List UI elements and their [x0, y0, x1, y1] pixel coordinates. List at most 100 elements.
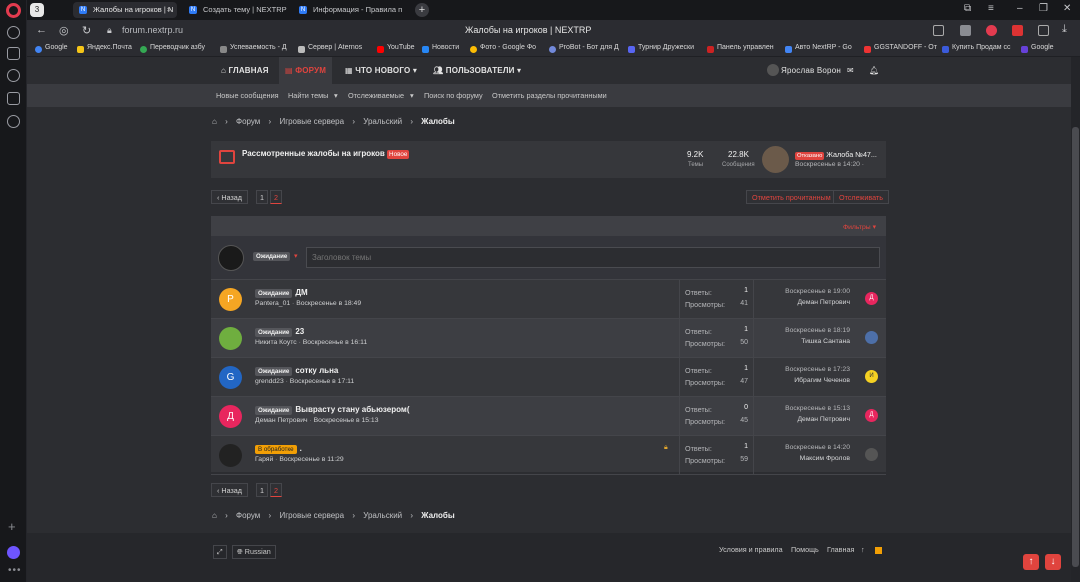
bookmark-item[interactable]: Яндекс.Почта [77, 44, 132, 53]
extension-icon[interactable] [7, 92, 20, 105]
bookmark-item[interactable]: Успеваемость - Д [220, 44, 287, 53]
bookmark-item[interactable]: Переводчик азбу [140, 44, 205, 53]
workspace-icon[interactable]: 3 [30, 3, 44, 17]
expand-icon[interactable]: ⤢ [213, 545, 227, 559]
nav-home[interactable]: ⌂ ГЛАВНАЯ [215, 57, 275, 84]
nav-whats-new[interactable]: ▦ ЧТО НОВОГО ▾ [339, 57, 423, 84]
tab-complaints[interactable]: N Жалобы на игроков | N × [73, 2, 177, 18]
subforum-title[interactable]: Рассмотренные жалобы на игроков Новое [242, 149, 410, 159]
thread-author[interactable]: grendd23 [255, 378, 284, 385]
scrollbar-thumb[interactable] [1072, 127, 1079, 567]
avatar[interactable] [219, 444, 242, 467]
thread-time[interactable]: Воскресенье в 11:29 [279, 456, 343, 463]
bookmark-item[interactable]: Google [35, 44, 68, 53]
thread-title[interactable]: Ожидание Выврасту стану абьюзером( [255, 405, 410, 415]
url-input[interactable]: forum.nextrp.ru [122, 25, 183, 35]
avatar[interactable] [762, 146, 789, 173]
bookmark-item[interactable]: Фото - Google Фо [470, 44, 536, 53]
avatar[interactable]: Д [865, 409, 878, 422]
avatar[interactable]: Д [219, 405, 242, 428]
rss-icon[interactable] [875, 547, 882, 554]
thread-author[interactable]: Деман Петрович [255, 417, 308, 424]
breadcrumb-item[interactable]: Форум [236, 511, 260, 520]
last-post-time[interactable]: Воскресенье в 18:19 [785, 327, 850, 334]
page-2[interactable]: 2 [270, 190, 282, 204]
inbox-icon[interactable]: ✉ [841, 57, 860, 84]
home-icon[interactable]: ⌂ [212, 511, 217, 520]
subnav-mark-read[interactable]: Отметить разделы прочитанными [492, 91, 607, 100]
wallet-icon[interactable] [1012, 25, 1023, 36]
breadcrumb-item[interactable]: Уральский [363, 511, 402, 520]
vpn-icon[interactable]: ◎ [59, 24, 69, 37]
footer-terms[interactable]: Условия и правила [719, 545, 783, 554]
thread-title[interactable]: Ожидание сотку льна [255, 366, 338, 376]
avatar[interactable]: P [219, 288, 242, 311]
last-post-time[interactable]: Воскресенье в 14:20 [785, 444, 850, 451]
user-menu[interactable]: Ярослав Ворон [761, 57, 847, 84]
watch-button[interactable]: Отслеживать [833, 190, 889, 204]
breadcrumb-item[interactable]: Игровые сервера [279, 117, 344, 126]
last-post-user[interactable]: Деман Петрович [797, 299, 850, 306]
chevron-down-icon[interactable]: ▾ [410, 91, 414, 100]
window-close-icon[interactable]: ✕ [1063, 3, 1071, 14]
new-tab-icon[interactable]: + [415, 3, 429, 17]
page-1[interactable]: 1 [256, 190, 268, 204]
thread-author[interactable]: Гаряй [255, 456, 273, 463]
footer-home[interactable]: Главная [827, 545, 854, 554]
breadcrumb-item[interactable]: Игровые сервера [279, 511, 344, 520]
mark-read-button[interactable]: Отметить прочитанным [746, 190, 837, 204]
scroll-bottom-button[interactable]: ↓ [1045, 554, 1061, 570]
last-post-time[interactable]: Воскресенье в 19:00 [785, 288, 850, 295]
page-scrollbar[interactable] [1071, 57, 1080, 582]
bookmark-item[interactable]: ProBot - Бот для Д [549, 44, 619, 53]
last-post-user[interactable]: Ибрагим Чеченов [794, 377, 850, 384]
lock-icon[interactable]: 🔒︎ [107, 25, 112, 36]
scroll-top-button[interactable]: ↑ [1023, 554, 1039, 570]
subforum-node[interactable]: Рассмотренные жалобы на игроков Новое 9.… [211, 141, 886, 178]
breadcrumb-item[interactable]: Уральский [363, 117, 402, 126]
bell-icon[interactable]: 🔔︎ [863, 57, 885, 84]
bookmarks-icon[interactable] [7, 47, 20, 60]
table-row[interactable]: Ожидание 23 Никита Коутс · Воскресенье в 1… [211, 319, 886, 358]
tab-create-thread[interactable]: N Создать тему | NEXTRP [183, 2, 287, 18]
thread-time[interactable]: Воскресенье в 17:11 [290, 378, 354, 385]
table-row[interactable]: G Ожидание сотку льна grendd23 · Воскресень… [211, 358, 886, 397]
history-icon[interactable] [7, 26, 20, 39]
thread-time[interactable]: Воскресенье в 16:11 [303, 339, 367, 346]
maximize-icon[interactable]: ❐ [1039, 3, 1048, 14]
bookmark-item[interactable]: Сервер | Aternos [298, 44, 362, 53]
last-post-user[interactable]: Тишка Сантана [801, 338, 850, 345]
pagination-back[interactable]: ‹ Назад [211, 190, 248, 204]
last-post-user[interactable]: Деман Петрович [797, 416, 850, 423]
table-row[interactable]: Д Ожидание Выврасту стану абьюзером( Деман … [211, 397, 886, 436]
avatar[interactable]: Д [865, 292, 878, 305]
chevron-down-icon[interactable]: ▾ [334, 91, 338, 100]
bookmark-item[interactable]: Турнир Дружески [628, 44, 694, 53]
thread-title[interactable]: В обработке. [255, 444, 302, 454]
last-post-time[interactable]: Воскресенье в 17:23 [785, 366, 850, 373]
table-row[interactable]: P Ожидание ДМ Pantera_01 · Воскресенье в 18… [211, 280, 886, 319]
avatar[interactable]: G [219, 366, 242, 389]
subnav-new-posts[interactable]: Новые сообщения [216, 91, 279, 100]
camera-icon[interactable] [960, 25, 971, 36]
easy-setup-icon[interactable] [1038, 25, 1049, 36]
avatar[interactable] [865, 331, 878, 344]
bookmark-item[interactable]: Новости [422, 44, 459, 53]
close-icon[interactable]: × [167, 2, 171, 18]
snapshot-icon[interactable]: ⧉ [964, 3, 971, 14]
arrow-up-icon[interactable]: ↑ [861, 545, 865, 554]
more-icon[interactable]: ••• [8, 565, 22, 576]
last-post-time[interactable]: Воскресенье в 15:13 [785, 405, 850, 412]
thread-title[interactable]: Ожидание 23 [255, 327, 304, 337]
nav-forum[interactable]: ▤ ФОРУМ [279, 57, 333, 84]
back-icon[interactable]: ← [36, 24, 47, 36]
bookmark-item[interactable]: Купить Продам сс [942, 44, 1010, 53]
nav-users[interactable]: 👥︎ ПОЛЬЗОВАТЕЛИ ▾ [427, 57, 527, 84]
chevron-down-icon[interactable]: ▾ [294, 252, 298, 260]
filters-button[interactable]: Фильтры ▾ [843, 223, 876, 231]
thread-title-input[interactable] [306, 247, 880, 268]
thread-author[interactable]: Никита Коутс [255, 339, 297, 346]
subnav-watched[interactable]: Отслеживаемые [348, 91, 404, 100]
thread-time[interactable]: Воскресенье в 18:49 [296, 300, 361, 307]
settings-icon[interactable] [7, 115, 20, 128]
